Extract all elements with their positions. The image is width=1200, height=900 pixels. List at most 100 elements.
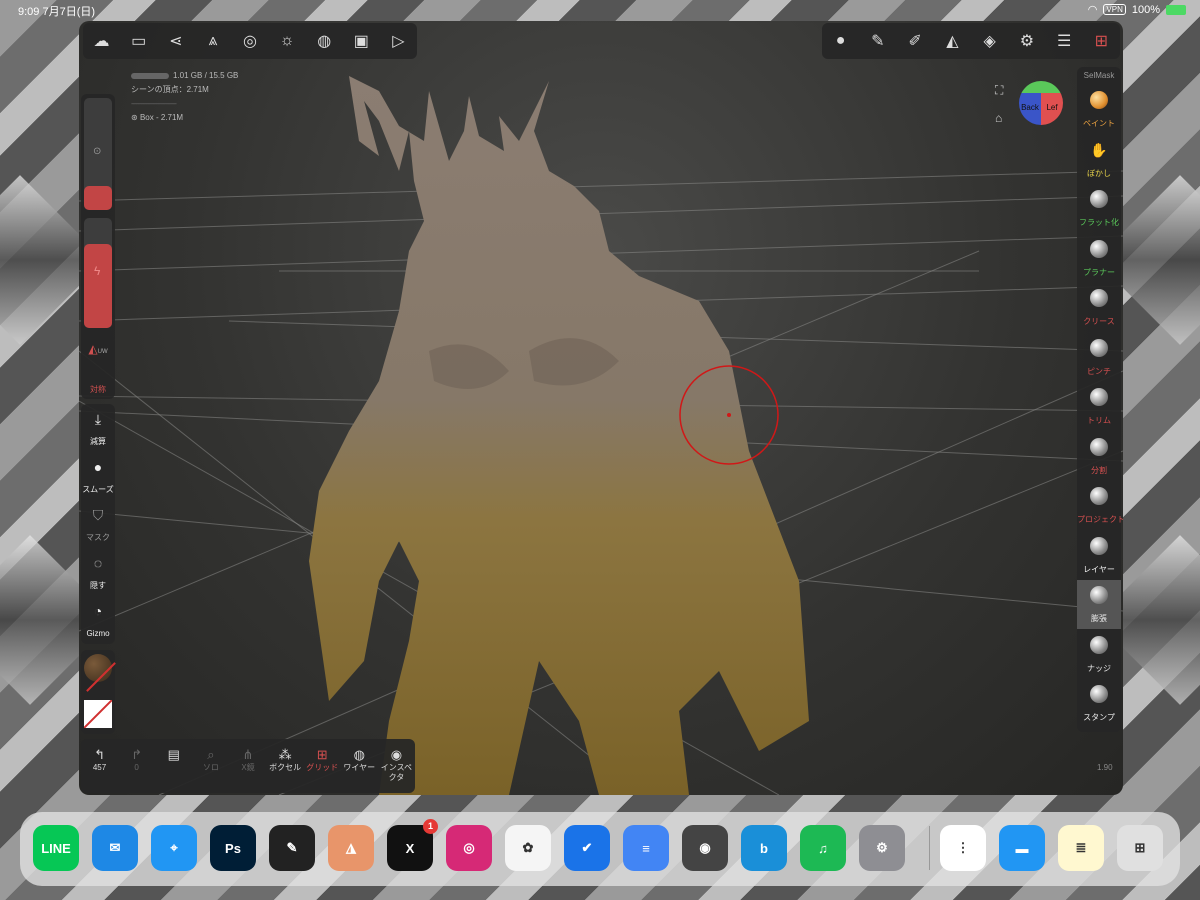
color-swatch[interactable]	[84, 700, 112, 728]
brush-pinch[interactable]: ピンチ	[1077, 333, 1121, 382]
camera-icon[interactable]: ▷	[383, 26, 413, 56]
brush-trim[interactable]: トリム	[1077, 382, 1121, 431]
dock-app-line[interactable]: LINE	[33, 825, 79, 871]
brush-crease[interactable]: クリース	[1077, 283, 1121, 332]
dock-app-files[interactable]: ▬	[999, 825, 1045, 871]
dock-app-safari[interactable]: ⌖	[151, 825, 197, 871]
fence-icon[interactable]: ⊞	[1086, 26, 1116, 56]
cloud-icon[interactable]: ☁	[87, 26, 117, 56]
dock-app-camera[interactable]: ◉	[682, 825, 728, 871]
settings-icon[interactable]: ⚙	[1012, 26, 1042, 56]
dock-app-tasks[interactable]: ✔	[564, 825, 610, 871]
dock-app-procreate[interactable]: ✎	[269, 825, 315, 871]
fullscreen-icon[interactable]: ⛶	[995, 83, 1003, 98]
layers-icon[interactable]: ◈	[975, 26, 1005, 56]
brush-label: 分割	[1091, 465, 1107, 475]
dock-app-docs[interactable]: ≡	[623, 825, 669, 871]
symmetry-icon[interactable]: ◭	[937, 26, 967, 56]
dock-app-dunes[interactable]: ◮	[328, 825, 374, 871]
brush-label: ぼかし	[1087, 168, 1111, 178]
bottom-tool-solo[interactable]: ⌕ ソロ	[193, 747, 229, 773]
brush-project[interactable]: プロジェクト	[1077, 481, 1123, 530]
dock-app-photos[interactable]: ✿	[505, 825, 551, 871]
dock-app-settings[interactable]: ⚙	[859, 825, 905, 871]
tool-mask[interactable]: ⛉ マスク	[81, 500, 115, 548]
brush-cursor-center	[727, 413, 731, 417]
brush-stamp[interactable]: スタンプ	[1077, 679, 1121, 728]
dock-app-instagram[interactable]: ◎	[446, 825, 492, 871]
notes-icon: ≣	[1075, 840, 1087, 855]
dock-app-mail[interactable]: ✉	[92, 825, 138, 871]
share-icon[interactable]: ⋖	[161, 26, 191, 56]
dock-app-app-library[interactable]: ⊞	[1117, 825, 1163, 871]
music-icon: ♫	[818, 840, 828, 856]
material-icon[interactable]: ◍	[309, 26, 339, 56]
sculpt-model[interactable]	[79, 21, 1123, 795]
dock-app-x[interactable]: X1	[387, 819, 438, 871]
dock-app-photoshop[interactable]: Ps	[210, 825, 256, 871]
color-panel	[81, 650, 116, 734]
bottom-tool-inspector[interactable]: ◉ インスペクタ	[378, 747, 414, 783]
brush-label: スタンプ	[1083, 713, 1115, 722]
tool-smooth[interactable]: ● スムーズ	[81, 452, 115, 500]
intensity-slider[interactable]: ϟ	[84, 218, 112, 328]
navigation-cube[interactable]: Back Lef	[1019, 81, 1063, 125]
brush-split[interactable]: 分割	[1077, 432, 1121, 481]
intensity-slider-fill	[84, 244, 112, 328]
trim-brush-icon	[1090, 388, 1108, 406]
tool-gizmo[interactable]: ◔ Gizmo	[81, 596, 115, 644]
mesh-icon[interactable]: ◎	[235, 26, 265, 56]
x-mirror-icon: ⋔	[242, 747, 254, 762]
wire-icon: ◍	[353, 747, 365, 762]
sliders-icon[interactable]: ☰	[1049, 26, 1079, 56]
home-icon[interactable]: ⌂	[995, 111, 1002, 125]
tool-hide[interactable]: ◌ 隠す	[81, 548, 115, 596]
layer-brush-icon	[1090, 536, 1108, 555]
folder-icon[interactable]: ▭	[124, 26, 154, 56]
light-icon[interactable]: ☼	[272, 26, 302, 56]
notification-badge: 1	[423, 819, 438, 834]
app-library-icon: ⊞	[1134, 840, 1146, 855]
photos-icon: ✿	[522, 840, 534, 855]
brush-label: トリム	[1087, 416, 1111, 425]
instagram-icon: ◎	[463, 840, 475, 855]
brush-flatten[interactable]: フラット化	[1077, 184, 1121, 233]
nav-cube-left: Lef	[1041, 93, 1063, 125]
bottom-tool-label: ボクセル	[269, 763, 302, 772]
dock-app-music[interactable]: ♫	[800, 825, 846, 871]
brush-label: ペイント	[1083, 119, 1115, 128]
brush-blur[interactable]: ✋ ぼかし	[1077, 135, 1121, 184]
bottom-tool-x-mirror[interactable]: ⋔ X鏡	[230, 747, 266, 773]
brush-paint[interactable]: ペイント	[1077, 85, 1121, 134]
left-slider-panel: ⊙ ϟ ◭UW 対称	[81, 94, 115, 399]
bottom-tool-redo[interactable]: ↱ 0	[119, 747, 155, 773]
bottom-tool-object[interactable]: ▤	[156, 747, 192, 763]
bottom-tool-undo[interactable]: ↰ 457	[82, 747, 118, 773]
brush-icon[interactable]: ✎	[863, 26, 893, 56]
symmetry-icon[interactable]: ◭UW	[81, 342, 115, 356]
dock-app-notes[interactable]: ≣	[1058, 825, 1104, 871]
paint-tool-icon[interactable]: ✐	[900, 26, 930, 56]
object-info[interactable]: ⊛ Box - 2.71M	[131, 111, 238, 125]
dock: LINE ✉ ⌖ Ps ✎ ◮ X 1 ◎ ✿ ✔ ≡ ◉ b ♫ ⚙ ⋮ ▬ ≣ ⊞	[20, 812, 1180, 886]
bottom-tool-grid[interactable]: ⊞ グリッド	[304, 747, 340, 773]
brush-nudge[interactable]: ナッジ	[1077, 630, 1121, 679]
image-icon[interactable]: ▣	[346, 26, 376, 56]
dock-app-bing[interactable]: b	[741, 825, 787, 871]
radius-slider[interactable]: ⊙	[84, 98, 112, 210]
brush-inflate[interactable]: 膨張	[1077, 580, 1121, 629]
tool-subtract[interactable]: ⤓ 減算	[81, 404, 115, 452]
grid-icon: ⊞	[316, 747, 328, 762]
lightning-icon: ϟ	[94, 264, 101, 278]
brush-layer[interactable]: レイヤー	[1077, 531, 1121, 580]
dock-app-reminders[interactable]: ⋮	[940, 825, 986, 871]
tool-label: Gizmo	[86, 629, 110, 638]
bing-icon: b	[760, 840, 768, 856]
status-bar: 9:09 7月7日(日) ◠ VPN 100%	[0, 0, 1200, 18]
scene-icon[interactable]: ⩓	[198, 26, 228, 56]
top-toolbar-left: ☁ ▭ ⋖ ⩓ ◎ ☼ ◍ ▣ ▷	[83, 23, 417, 59]
brush-planar[interactable]: プラナー	[1077, 234, 1121, 283]
bottom-tool-wire[interactable]: ◍ ワイヤー	[341, 747, 377, 773]
matcap-icon[interactable]: ●	[826, 26, 856, 56]
bottom-tool-voxel[interactable]: ⁂ ボクセル	[267, 747, 303, 773]
